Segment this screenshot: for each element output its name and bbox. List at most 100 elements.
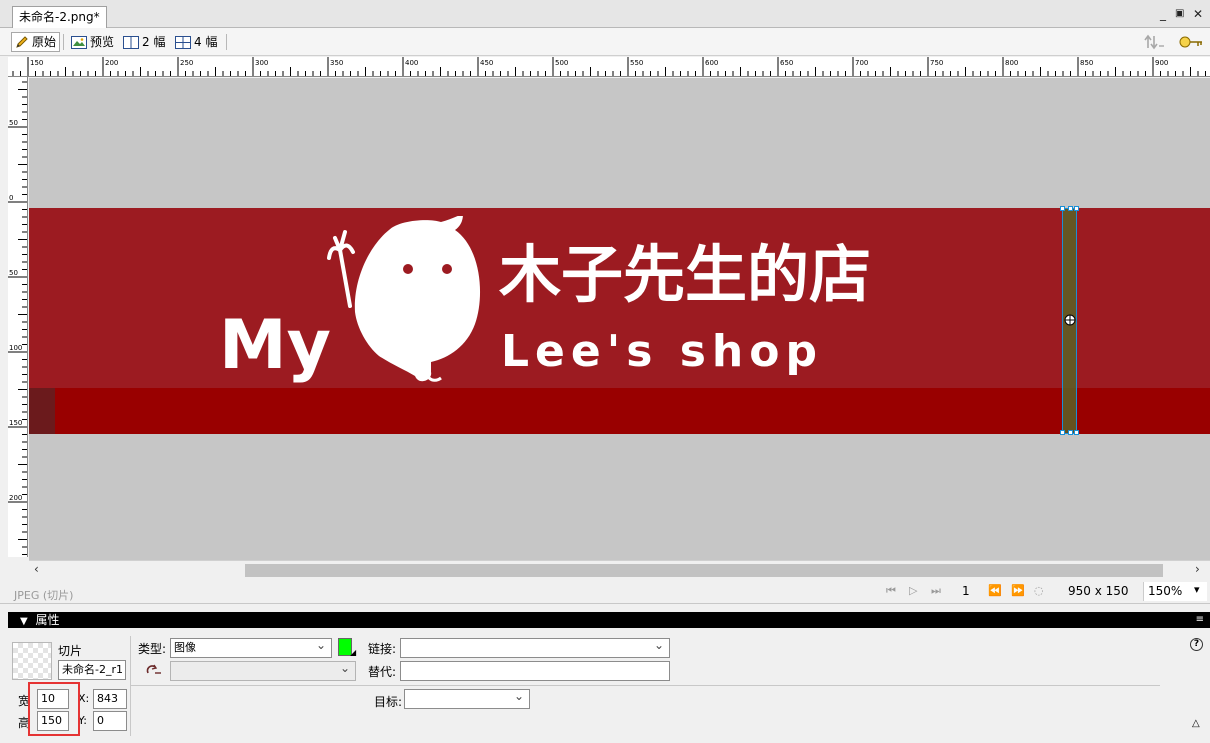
ruler-label: 300 <box>255 59 268 67</box>
slice-name-input[interactable]: 未命名-2_r1 <box>58 660 126 680</box>
slice-handle-bottom-left[interactable] <box>1060 430 1065 435</box>
export-sort-icon[interactable] <box>1144 34 1166 50</box>
slice-handle-top[interactable] <box>1068 206 1073 211</box>
ruler-label: 200 <box>105 59 118 67</box>
banner-text-chinese: 木子先生的店 <box>499 238 871 311</box>
first-frame-icon[interactable]: ⏮ <box>886 584 896 598</box>
type-value: 图像 <box>174 641 196 654</box>
horizontal-scrollbar[interactable]: ‹ › <box>29 560 1210 578</box>
ruler-label: 800 <box>1005 59 1018 67</box>
vertical-ruler-ticks: 50 0 50 100 150 200 <box>8 81 27 555</box>
ruler-label: 500 <box>555 59 568 67</box>
ruler-label: 0 <box>9 194 13 202</box>
ruler-label: 450 <box>480 59 493 67</box>
vertical-ruler: 50 0 50 100 150 200 <box>8 77 28 557</box>
target-select[interactable] <box>404 689 530 709</box>
original-view-button[interactable]: 原始 <box>11 32 61 52</box>
document-canvas[interactable]: My 木子先生的店 Lee's shop <box>29 78 1210 560</box>
devil-ghost-icon <box>354 216 480 382</box>
panel-menu-icon[interactable]: ≡ <box>1196 612 1204 628</box>
ruler-label: 550 <box>630 59 643 67</box>
document-tab[interactable]: 未命名-2.png* <box>12 6 107 29</box>
slice-handle-bottom[interactable] <box>1068 430 1073 435</box>
collapse-triangle-icon[interactable]: ▼ <box>20 616 28 627</box>
ruler-label: 350 <box>330 59 343 67</box>
pencil-icon <box>16 36 28 48</box>
restore-icon[interactable]: ▣ <box>1175 8 1184 20</box>
ruler-label: 250 <box>180 59 193 67</box>
image-preview-icon <box>71 35 87 49</box>
behavior-link-icon[interactable] <box>145 662 163 676</box>
ruler-label: 150 <box>9 419 22 427</box>
panel-divider <box>130 636 131 736</box>
swatch-dropdown-icon[interactable]: ◢ <box>350 648 356 657</box>
x-value: 843 <box>97 692 118 705</box>
previous-frame-icon[interactable]: ⏪ <box>988 584 1002 597</box>
properties-panel: 切片 未命名-2_r1 类型: 图像 ◢ 链接: 替代: 目标: 宽 10 高 … <box>8 628 1210 743</box>
minimize-icon[interactable]: _ <box>1160 8 1166 20</box>
type-label: 类型: <box>138 642 167 656</box>
last-frame-icon[interactable]: ⏭ <box>931 584 941 598</box>
four-up-button[interactable]: 4 幅 <box>172 32 220 52</box>
document-tab-title: 未命名-2.png* <box>19 10 100 24</box>
scroll-right-icon[interactable]: › <box>1195 562 1200 576</box>
alt-input[interactable] <box>400 661 670 681</box>
slice-overlay-left[interactable] <box>29 388 55 434</box>
next-frame-icon[interactable]: ⏩ <box>1011 584 1025 597</box>
type-select[interactable]: 图像 <box>170 638 332 658</box>
link-input[interactable] <box>400 638 670 658</box>
slice-name-value: 未命名-2_r1 <box>62 663 123 676</box>
panel-row-divider <box>130 685 1160 686</box>
four-up-icon <box>175 35 191 49</box>
x-input[interactable]: 843 <box>93 689 127 709</box>
banner-image[interactable]: My 木子先生的店 Lee's shop <box>29 206 1210 435</box>
shop-logo-artwork: My 木子先生的店 Lee's shop <box>219 216 871 385</box>
width-height-highlight-box <box>28 682 80 736</box>
properties-panel-header[interactable]: ▼ 属性 ≡ <box>8 612 1210 628</box>
ruler-label: 900 <box>1155 59 1168 67</box>
original-view-label: 原始 <box>32 35 57 49</box>
preview-button[interactable]: 预览 <box>68 32 117 52</box>
slice-handle-top-right[interactable] <box>1074 206 1079 211</box>
zoom-dropdown-icon: ▾ <box>1194 583 1200 596</box>
alt-label: 替代: <box>368 665 397 679</box>
banner-text-my: My <box>219 306 331 385</box>
close-icon[interactable]: ✕ <box>1193 8 1203 20</box>
loop-icon[interactable]: ◌ <box>1034 584 1044 597</box>
frame-number: 1 <box>962 584 970 598</box>
document-tab-bar: 未命名-2.png* _ ▣ ✕ <box>0 0 1210 29</box>
two-up-button[interactable]: 2 幅 <box>120 32 168 52</box>
scroll-left-icon[interactable]: ‹ <box>34 562 39 576</box>
expand-panel-icon[interactable]: △ <box>1192 718 1200 729</box>
target-label: 目标: <box>374 695 403 709</box>
play-icon[interactable]: ▷ <box>909 584 917 597</box>
ruler-label: 700 <box>855 59 868 67</box>
help-icon[interactable]: ? <box>1190 638 1203 651</box>
image-size-readout: 950 x 150 <box>1068 584 1129 598</box>
toolbar-divider <box>226 34 227 50</box>
two-up-label: 2 幅 <box>142 35 166 49</box>
y-input[interactable]: 0 <box>93 711 127 731</box>
view-toolbar: 原始 预览 2 幅 4 幅 <box>0 28 1210 56</box>
behavior-select[interactable] <box>170 661 356 681</box>
ruler-label: 850 <box>1080 59 1093 67</box>
ruler-label: 150 <box>30 59 43 67</box>
properties-panel-title: 属性 <box>35 613 60 627</box>
selected-slice[interactable] <box>1060 206 1079 435</box>
zoom-select[interactable]: 150% ▾ <box>1143 582 1207 601</box>
four-up-label: 4 幅 <box>194 35 218 49</box>
slice-center-crosshair-icon[interactable] <box>1064 314 1076 326</box>
slice-thumbnail <box>12 642 52 680</box>
scroll-thumb[interactable] <box>245 564 1163 577</box>
preview-label: 预览 <box>90 35 115 49</box>
trident-icon <box>327 230 355 308</box>
options-key-icon[interactable] <box>1178 33 1206 51</box>
ruler-label: 50 <box>9 269 18 277</box>
ruler-label: 400 <box>405 59 418 67</box>
slice-handle-bottom-right[interactable] <box>1074 430 1079 435</box>
ruler-label: 50 <box>9 119 18 127</box>
slice-label: 切片 <box>58 644 83 658</box>
slice-handle-top-left[interactable] <box>1060 206 1065 211</box>
toolbar-divider <box>63 34 64 50</box>
ruler-label: 100 <box>9 344 22 352</box>
